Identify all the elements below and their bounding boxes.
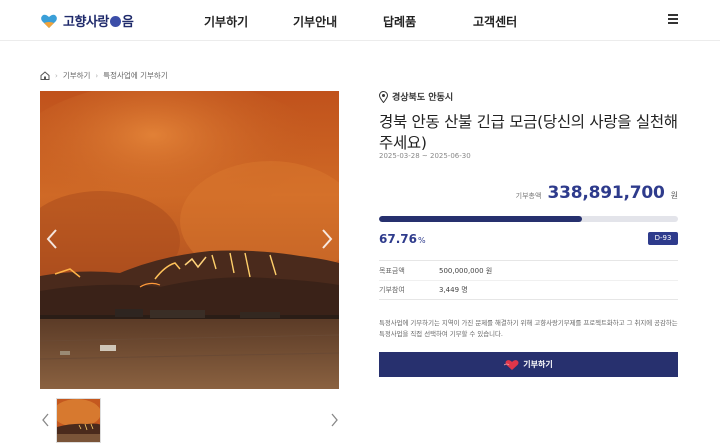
- progress-percent-unit: %: [417, 236, 426, 245]
- progress-percent: 67.76%: [379, 232, 426, 246]
- campaign-title: 경북 안동 산불 긴급 모금(당신의 사랑을 실천해주세요): [379, 113, 678, 152]
- campaign-description: 특정사업에 기부하기는 지역이 가진 문제를 해결하기 위해 고향사랑기부제를 …: [379, 319, 678, 338]
- chevron-right-icon[interactable]: [320, 228, 334, 250]
- logo-dot-icon: [109, 16, 121, 27]
- donate-button-label: 기부하기: [523, 360, 553, 369]
- campaign-period: 2025-03-28 ~ 2025-06-30: [379, 152, 471, 160]
- location-label: 경상북도 안동시: [392, 93, 454, 103]
- progress-bar: [379, 216, 678, 222]
- logo-text: 고향사랑: [63, 15, 109, 30]
- location-pin-icon: [379, 90, 388, 103]
- nav-guide[interactable]: 기부안내: [293, 13, 337, 30]
- thumbnail-image[interactable]: [56, 398, 101, 443]
- site-logo[interactable]: 고향사랑 음: [40, 11, 134, 30]
- menu-icon[interactable]: [668, 14, 678, 24]
- progress-percent-value: 67.76: [379, 232, 417, 246]
- breadcrumb-item[interactable]: 특정사업에 기부하기: [103, 70, 167, 81]
- campaign-main-image: [40, 91, 339, 389]
- donation-total: 기부총액 338,891,700 원: [516, 183, 678, 203]
- heart-icon: [504, 359, 519, 370]
- info-label: 기부참여: [379, 286, 405, 294]
- campaign-location: 경상북도 안동시: [379, 90, 453, 103]
- logo-heart-icon: [41, 14, 57, 28]
- thumbnail-next-icon[interactable]: [329, 413, 339, 427]
- thumbnail-prev-icon[interactable]: [41, 413, 51, 427]
- chevron-left-icon[interactable]: [45, 228, 59, 250]
- donation-total-unit: 원: [670, 191, 678, 200]
- nav-donate[interactable]: 기부하기: [204, 13, 248, 30]
- info-row-participants: 기부참여 3,449 명: [379, 280, 678, 299]
- nav-support[interactable]: 고객센터: [473, 13, 517, 30]
- logo-text-suffix: 음: [121, 15, 134, 30]
- home-icon[interactable]: [40, 71, 50, 80]
- info-row-goal: 목표금액 500,000,000 원: [379, 261, 678, 280]
- info-value: 3,449 명: [439, 286, 468, 294]
- dday-badge: D-93: [648, 232, 678, 245]
- nav-gifts[interactable]: 답례품: [383, 13, 416, 30]
- progress-fill: [379, 216, 582, 222]
- breadcrumb-item[interactable]: 기부하기: [63, 70, 91, 81]
- donate-button[interactable]: 기부하기: [379, 352, 678, 377]
- info-value: 500,000,000 원: [439, 266, 493, 275]
- donation-total-value: 338,891,700: [547, 183, 665, 203]
- donation-total-label: 기부총액: [515, 192, 542, 200]
- site-header: 고향사랑 음 기부하기 기부안내 답례품 고객센터: [0, 0, 720, 41]
- info-label: 목표금액: [379, 266, 405, 275]
- breadcrumb: › 기부하기 › 특정사업에 기부하기: [40, 70, 168, 81]
- campaign-info-table: 목표금액 500,000,000 원 기부참여 3,449 명: [379, 260, 678, 300]
